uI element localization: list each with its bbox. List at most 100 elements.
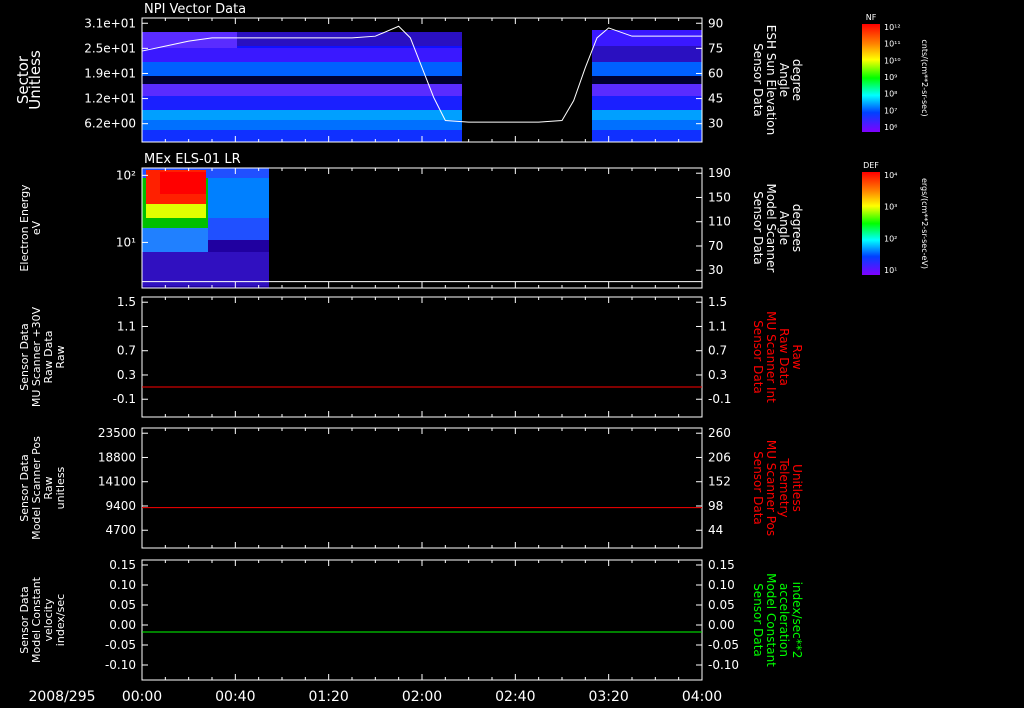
left-tick-label: 4700 (105, 523, 136, 537)
left-tick-label: 0.05 (109, 598, 136, 612)
time-label: 00:40 (215, 689, 255, 705)
right-axis-label: Model Constant (764, 573, 778, 667)
right-tick-label: 75 (708, 41, 723, 55)
time-label: 01:20 (308, 689, 348, 705)
left-tick-label: 1.9e+01 (84, 66, 136, 80)
left-tick-label: 18800 (98, 450, 136, 464)
left-tick-label: -0.10 (105, 658, 136, 672)
right-axis-label: ESH Sun Elevation (764, 25, 778, 135)
right-tick-label: 45 (708, 92, 723, 106)
right-tick-label: 90 (708, 16, 723, 30)
right-tick-label: 0.00 (708, 618, 735, 632)
left-tick-label: -0.05 (105, 638, 136, 652)
colorbar-tick-label: 10⁷ (884, 106, 897, 115)
right-tick-label: -0.1 (708, 392, 731, 406)
left-axis-label: unitless (54, 466, 67, 509)
right-axis-label: MU Scanner Int (764, 311, 778, 403)
right-tick-label: 150 (708, 190, 731, 204)
time-label: 04:00 (682, 689, 722, 705)
left-tick-label: 14100 (98, 475, 136, 489)
left-tick-label: 0.00 (109, 618, 136, 632)
right-axis-label: acceleration (777, 583, 791, 657)
left-tick-label: 23500 (98, 426, 136, 440)
right-tick-label: 1.1 (708, 319, 727, 333)
colorbar-units: ergs/(cm**2-sr-sec-eV) (920, 178, 929, 269)
right-axis-label: Sensor Data (751, 191, 765, 265)
left-tick-label: 3.1e+01 (84, 16, 136, 30)
right-tick-label: 260 (708, 426, 731, 440)
left-tick-label: 10¹ (116, 235, 136, 249)
left-tick-label: 10² (116, 168, 136, 182)
left-axis-label: Raw (54, 345, 67, 368)
right-axis-label: Raw Data (777, 328, 791, 386)
right-tick-label: 30 (708, 263, 723, 277)
panel-title: NPI Vector Data (144, 2, 246, 17)
colorbar-label: DEF (863, 161, 879, 170)
npi-colorbar (862, 24, 880, 132)
left-tick-label: 1.5 (117, 295, 136, 309)
right-axis-label: Angle (777, 63, 791, 97)
plot-canvas: NPI Vector Data 3.1e+01 2.5e+01 1.9e+01 1.2e… (14, 2, 929, 705)
date-label: 2008/295 (28, 689, 95, 705)
right-tick-label: 0.7 (708, 344, 727, 358)
right-axis-label: Angle (777, 211, 791, 245)
right-tick-label: 30 (708, 117, 723, 131)
panel-title: MEx ELS-01 LR (144, 152, 241, 167)
right-tick-label: 190 (708, 166, 731, 180)
right-axis-label: index/sec**2 (790, 582, 804, 659)
left-tick-label: 9400 (105, 499, 136, 513)
right-axis-label: Sensor Data (751, 451, 765, 525)
colorbar-tick-label: 10⁹ (884, 73, 897, 82)
left-axis-label: eV (30, 220, 43, 235)
right-tick-label: 0.15 (708, 558, 735, 572)
els-colorbar (862, 172, 880, 275)
left-tick-label: 2.5e+01 (84, 41, 136, 55)
right-tick-label: -0.10 (708, 658, 739, 672)
colorbar-label: NF (866, 13, 877, 22)
right-axis-label: degree (790, 59, 804, 101)
right-tick-label: 44 (708, 523, 723, 537)
left-tick-label: 0.10 (109, 578, 136, 592)
right-axis-label: Telemetry (777, 457, 791, 517)
right-axis-label: Model Scanner (764, 184, 778, 273)
npi-spectrogram (142, 18, 702, 142)
colorbar-tick-label: 10² (884, 234, 897, 243)
colorbar-tick-label: 10⁴ (884, 171, 897, 180)
right-axis-label: Unitless (790, 464, 804, 512)
colorbar-tick-label: 10¹⁰ (884, 56, 901, 65)
colorbar-tick-label: 10¹¹ (884, 40, 901, 49)
right-tick-label: 1.5 (708, 295, 727, 309)
right-tick-label: 98 (708, 499, 723, 513)
panel-frame (141, 559, 703, 681)
colorbar-units: cnts/(cm**2-sr-sec) (920, 39, 929, 116)
time-label: 02:40 (495, 689, 535, 705)
left-tick-label: 6.2e+00 (84, 117, 136, 131)
left-tick-label: 0.15 (109, 558, 136, 572)
colorbar-tick-label: 10¹² (884, 23, 901, 32)
right-tick-label: 0.10 (708, 578, 735, 592)
panel-frame (141, 427, 703, 549)
colorbar-tick-label: 10⁸ (884, 90, 897, 99)
els-spectrogram (142, 168, 269, 288)
right-tick-label: 152 (708, 475, 731, 489)
right-tick-label: 60 (708, 66, 723, 80)
right-tick-label: 0.3 (708, 368, 727, 382)
left-tick-label: -0.1 (113, 392, 136, 406)
colorbar-tick-label: 10⁶ (884, 123, 897, 132)
right-tick-label: -0.05 (708, 638, 739, 652)
right-axis-label: degrees (790, 204, 804, 252)
left-tick-label: 1.1 (117, 319, 136, 333)
right-axis-label: Sensor Data (751, 43, 765, 117)
left-axis-label: index/sec (54, 594, 67, 646)
right-tick-label: 0.05 (708, 598, 735, 612)
right-axis-label: MU Scanner Pos (764, 440, 778, 536)
right-axis-label: Raw (790, 344, 804, 369)
left-tick-label: 0.3 (117, 368, 136, 382)
panel-frame (141, 296, 703, 418)
left-tick-label: 1.2e+01 (84, 92, 136, 106)
left-tick-label: 0.7 (117, 344, 136, 358)
right-tick-label: 110 (708, 215, 731, 229)
right-tick-label: 70 (708, 239, 723, 253)
left-axis-label: Unitless (26, 50, 44, 110)
right-axis-label: Sensor Data (751, 583, 765, 657)
